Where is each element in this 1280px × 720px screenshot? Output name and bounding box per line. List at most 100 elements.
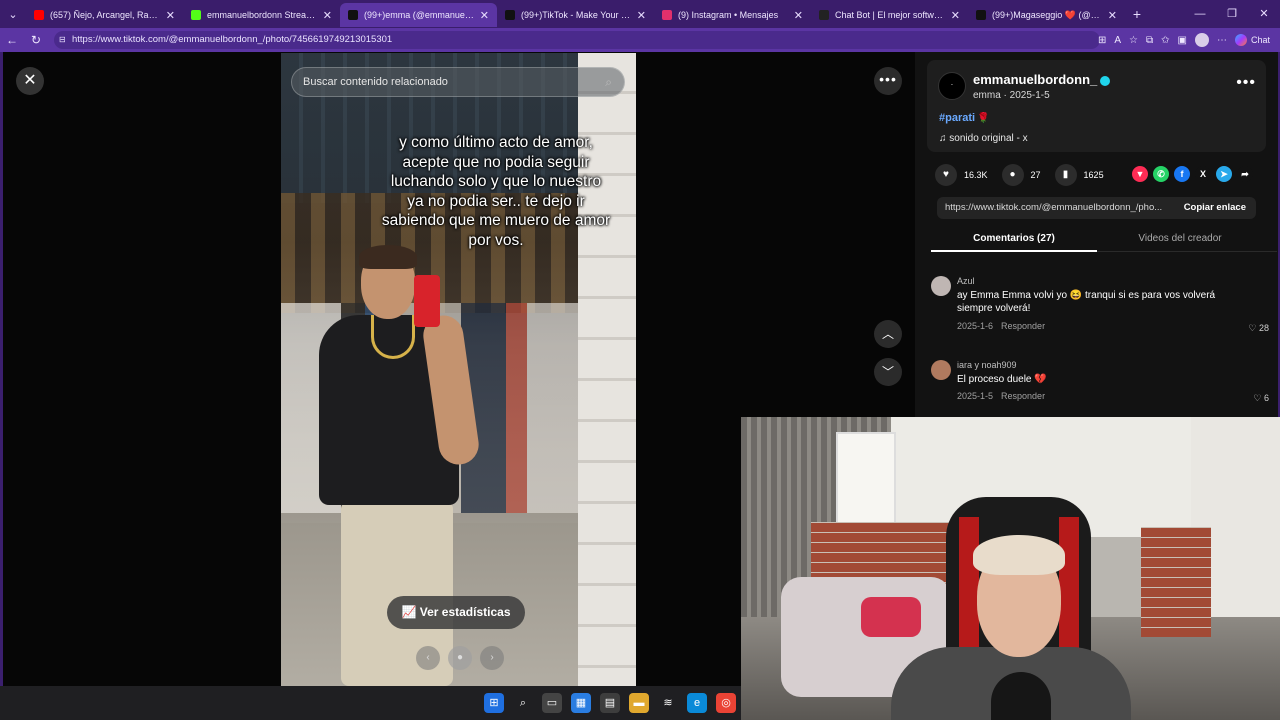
close-tab-icon[interactable]: ✕ (480, 9, 489, 22)
edge-icon[interactable]: e (687, 693, 707, 713)
whatsapp-icon[interactable]: ✆ (1153, 166, 1169, 182)
music-note-icon: ♫ (939, 133, 950, 144)
close-window-icon[interactable]: ✕ (1248, 0, 1280, 28)
close-tab-icon[interactable]: ✕ (951, 9, 960, 22)
reply-button[interactable]: Responder (1001, 391, 1045, 401)
comment-like-count: 28 (1258, 323, 1269, 333)
url-field[interactable]: ⊟ https://www.tiktok.com/@emmanuelbordon… (54, 31, 1100, 49)
browser-tab[interactable]: (99+)Magaseggio ❤️ (@magase ✕ (968, 3, 1125, 27)
author-name-text: emmanuelbordonn_ (973, 72, 1098, 87)
close-tab-icon[interactable]: ✕ (794, 9, 803, 22)
copilot-icon (1234, 34, 1247, 46)
avatar[interactable] (931, 360, 951, 380)
widgets-icon[interactable]: ▦ (571, 693, 591, 713)
tab-comments[interactable]: Comentarios (27) (931, 226, 1097, 252)
reply-button[interactable]: Responder (1001, 321, 1045, 331)
sound-link[interactable]: ♫ sonido original - x (939, 133, 1028, 144)
close-tab-icon[interactable]: ✕ (1108, 9, 1117, 22)
webcam-chair-stripe (1059, 517, 1079, 667)
webcam-person-hair (973, 535, 1065, 575)
browser-tab[interactable]: (657) Ñejo, Arcangel, Rauw Alejan ✕ (26, 3, 183, 27)
comment-button[interactable]: ● 27 (1001, 164, 1041, 186)
apps-icon[interactable]: ⊞ (1098, 35, 1106, 46)
like-button[interactable]: ♥ 16.3K (935, 164, 988, 186)
author-name[interactable]: emmanuelbordonn_ (973, 72, 1111, 87)
tab-label: (657) Ñejo, Arcangel, Rauw Alejan (50, 10, 162, 20)
windows-taskbar: ⊞ ⌕ ▭ ▦ ▤ ▬ ≋ e ◎ (0, 686, 741, 720)
close-tab-icon[interactable]: ✕ (637, 9, 646, 22)
avatar[interactable] (931, 276, 951, 296)
share-arrow-icon[interactable]: ➦ (1237, 166, 1253, 182)
close-tab-icon[interactable]: ✕ (166, 9, 175, 22)
view-stats-button[interactable]: 📈 Ver estadísticas (387, 596, 525, 629)
carousel-next-icon[interactable]: › (480, 646, 504, 670)
file-explorer-icon[interactable]: ▬ (629, 693, 649, 713)
previous-post-chevron-up-icon[interactable]: ︿ (874, 320, 902, 348)
browser-tab[interactable]: (9) Instagram • Mensajes ✕ (654, 3, 811, 27)
x-icon[interactable]: X (1195, 166, 1211, 182)
related-search-input[interactable]: Buscar contenido relacionado ⌕ (291, 67, 625, 97)
more-options-icon[interactable]: ••• (874, 67, 902, 95)
comment-username[interactable]: iara y noah909 (957, 360, 1017, 370)
sound-text: sonido original - x (949, 133, 1028, 144)
browser-tab-strip: ⌄ (657) Ñejo, Arcangel, Rauw Alejan ✕ em… (0, 0, 1280, 28)
store-icon[interactable]: ▤ (600, 693, 620, 713)
restore-icon[interactable]: ❐ (1216, 0, 1248, 28)
favorite-star-icon[interactable]: ☆ (1129, 35, 1138, 46)
favorites-icon[interactable]: ✩ (1161, 35, 1169, 46)
save-count: 1625 (1083, 170, 1104, 180)
instagram-icon (662, 10, 672, 20)
comment-like-button[interactable]: ♡ 6 (1253, 393, 1269, 404)
youtube-icon (34, 10, 44, 20)
webcam-chair-stripe (959, 517, 979, 667)
task-view-icon[interactable]: ▭ (542, 693, 562, 713)
photo-phone (414, 275, 440, 327)
windows-start-icon[interactable]: ⊞ (484, 693, 504, 713)
minimize-icon[interactable]: — (1184, 0, 1216, 28)
close-icon[interactable]: ✕ (16, 67, 44, 95)
search-icon[interactable]: ⌕ (605, 68, 612, 96)
back-arrow-icon[interactable]: ← (0, 33, 24, 47)
telegram-icon[interactable]: ➤ (1216, 166, 1232, 182)
new-tab-plus-icon[interactable]: + (1125, 6, 1149, 22)
comment-like-button[interactable]: ♡ 28 (1248, 323, 1269, 334)
address-bar-row: ← ↻ ⊟ https://www.tiktok.com/@emmanuelbo… (0, 28, 1280, 52)
network-app-icon[interactable]: ≋ (658, 693, 678, 713)
browser-tab[interactable]: (99+)TikTok - Make Your Day ✕ (497, 3, 654, 27)
tab-creator-videos[interactable]: Videos del creador (1097, 226, 1263, 252)
more-menu-icon[interactable]: ⋯ (1217, 35, 1227, 46)
tab-label: (99+)emma (@emmanuelbor (364, 10, 476, 20)
copilot-chat-button[interactable]: Chat (1234, 34, 1270, 46)
browser-tab[interactable]: emmanuelbordonn Stream - Watc ✕ (183, 3, 340, 27)
avatar[interactable]: · (938, 72, 966, 100)
comment-username[interactable]: Azul (957, 276, 975, 286)
toolbar-icons: ⊞ A ☆ ⧉ ✩ ▣ ⋯ Chat (1098, 28, 1270, 52)
profile-avatar[interactable] (1194, 33, 1209, 47)
facebook-icon[interactable]: f (1174, 166, 1190, 182)
collections-icon[interactable]: ▣ (1178, 35, 1187, 46)
close-tab-icon[interactable]: ✕ (323, 9, 332, 22)
share-buttons: ▼ ✆ f X ➤ ➦ (1132, 166, 1253, 182)
carousel-prev-icon[interactable]: ‹ (416, 646, 440, 670)
more-options-icon[interactable]: ••• (1236, 74, 1256, 92)
comment-item: Azul ay Emma Emma volvi yo 😆 tranqui si … (931, 276, 1271, 336)
copy-link-button[interactable]: Copiar enlace (1184, 197, 1246, 219)
comment-count: 27 (1030, 170, 1041, 180)
chrome-icon[interactable]: ◎ (716, 693, 736, 713)
carousel-dot[interactable]: ● (448, 646, 472, 670)
repost-icon[interactable]: ▼ (1132, 166, 1148, 182)
post-photo[interactable]: Buscar contenido relacionado ⌕ y como úl… (281, 53, 636, 686)
browser-tab-active[interactable]: (99+)emma (@emmanuelbor ✕ (340, 3, 497, 27)
browser-tab[interactable]: Chat Bot | El mejor software para ✕ (811, 3, 968, 27)
next-post-chevron-down-icon[interactable]: ﹀ (874, 358, 902, 386)
hashtag-link[interactable]: #parati 🌹 (939, 112, 990, 124)
read-aloud-icon[interactable]: A (1114, 35, 1121, 46)
site-info-icon[interactable]: ⊟ (59, 31, 66, 49)
search-icon[interactable]: ⌕ (513, 693, 533, 713)
photo-chain (371, 315, 415, 359)
reload-icon[interactable]: ↻ (24, 33, 48, 47)
tab-actions-chevron-icon[interactable]: ⌄ (0, 0, 26, 28)
extensions-icon[interactable]: ⧉ (1146, 35, 1153, 46)
save-button[interactable]: ▮ 1625 (1054, 164, 1104, 186)
comment-text: ay Emma Emma volvi yo 😆 tranqui si es pa… (957, 290, 1216, 314)
